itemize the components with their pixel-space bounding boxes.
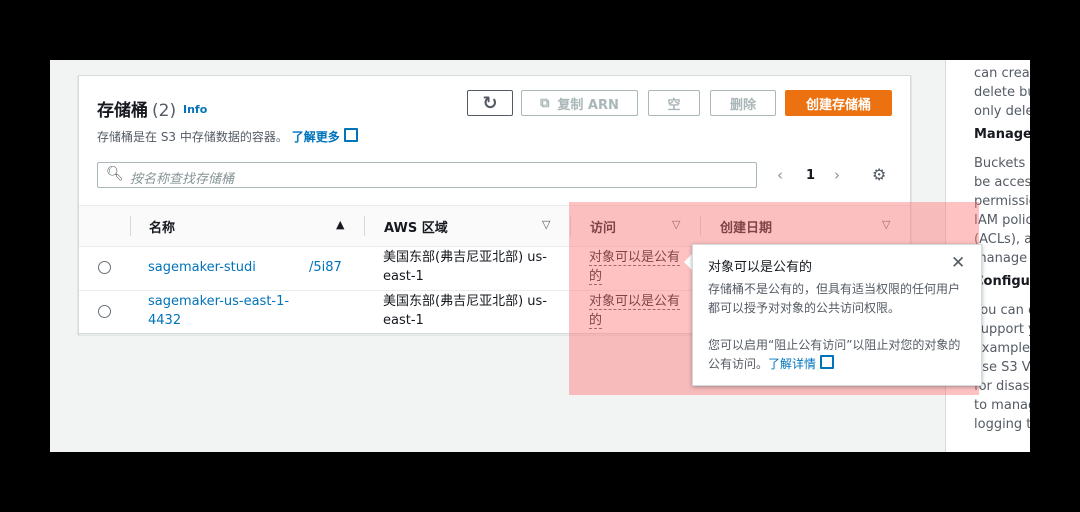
search-placeholder: 按名称查找存储桶 — [130, 172, 235, 187]
delete-button[interactable]: 删除 — [710, 90, 776, 116]
info-link[interactable]: Info — [183, 103, 207, 116]
search-input[interactable]: 🔍︎ 按名称查找存储桶 — [97, 162, 757, 188]
create-bucket-button[interactable]: 创建存储桶 — [785, 90, 892, 116]
help-heading: Manage a — [974, 127, 1030, 142]
empty-button[interactable]: 空 — [648, 90, 700, 116]
learn-more-link[interactable]: 了解更多 — [292, 128, 358, 144]
column-name[interactable]: 名称 — [149, 217, 175, 236]
prev-page-icon[interactable]: ‹ — [777, 166, 783, 184]
page-title: 存储桶 (2) — [97, 101, 177, 121]
access-popover: 对象可以是公有的 ✕ 存储桶不是公有的，但具有适当权限的任何用户都可以授予对对象… — [692, 244, 982, 386]
panel-description: 存储桶是在 S3 中存储数据的容器。 了解更多 — [97, 128, 358, 145]
column-divider — [130, 216, 131, 236]
external-link-icon — [820, 355, 835, 369]
gear-icon[interactable]: ⚙ — [872, 165, 886, 184]
row-radio[interactable] — [98, 261, 111, 274]
help-text: only dele — [974, 104, 1030, 119]
popover-body-2: 您可以启用“阻止公有访问”以阻止对您的对象的公有访问。了解详情 — [708, 338, 961, 371]
learn-details-link[interactable]: 了解详情 — [768, 355, 835, 371]
external-link-icon — [343, 128, 358, 142]
help-text: logging to — [974, 417, 1030, 432]
popover-title: 对象可以是公有的 — [708, 260, 813, 275]
close-icon[interactable]: ✕ — [951, 253, 965, 273]
bucket-name-link[interactable]: sagemaker-us-east-1-4432 — [148, 292, 298, 330]
refresh-button[interactable]: ↻ — [467, 90, 513, 116]
help-text: delete bu — [974, 85, 1030, 100]
row-radio[interactable] — [98, 305, 111, 318]
column-divider — [364, 216, 365, 236]
sort-icon[interactable]: ▽ — [542, 218, 550, 231]
bucket-region: 美国东部(弗吉尼亚北部) us-east-1 — [383, 294, 547, 328]
popover-body: 存储桶不是公有的，但具有适当权限的任何用户都可以授予对对象的公共访问权限。 — [708, 282, 961, 315]
help-text: be access — [974, 175, 1030, 190]
bucket-name-link[interactable]: sagemaker-studi — [148, 258, 256, 277]
help-text: Buckets a — [974, 156, 1030, 171]
page-number[interactable]: 1 — [806, 168, 815, 183]
copy-arn-button[interactable]: ⧉ 复制 ARN — [521, 90, 638, 116]
bucket-region: 美国东部(弗吉尼亚北部) us-east-1 — [383, 250, 547, 284]
bucket-count: (2) — [152, 101, 177, 121]
sort-ascending-icon[interactable]: ▲ — [336, 218, 344, 231]
help-gap — [946, 146, 1030, 154]
column-region[interactable]: AWS 区域 — [384, 217, 448, 236]
next-page-icon[interactable]: › — [834, 166, 840, 184]
help-text: to manag — [974, 398, 1030, 413]
search-icon: 🔍︎ — [106, 166, 124, 182]
copy-icon: ⧉ — [540, 95, 550, 111]
help-text: can create — [974, 66, 1030, 81]
bucket-name-suffix[interactable]: /5i87 — [309, 258, 342, 277]
